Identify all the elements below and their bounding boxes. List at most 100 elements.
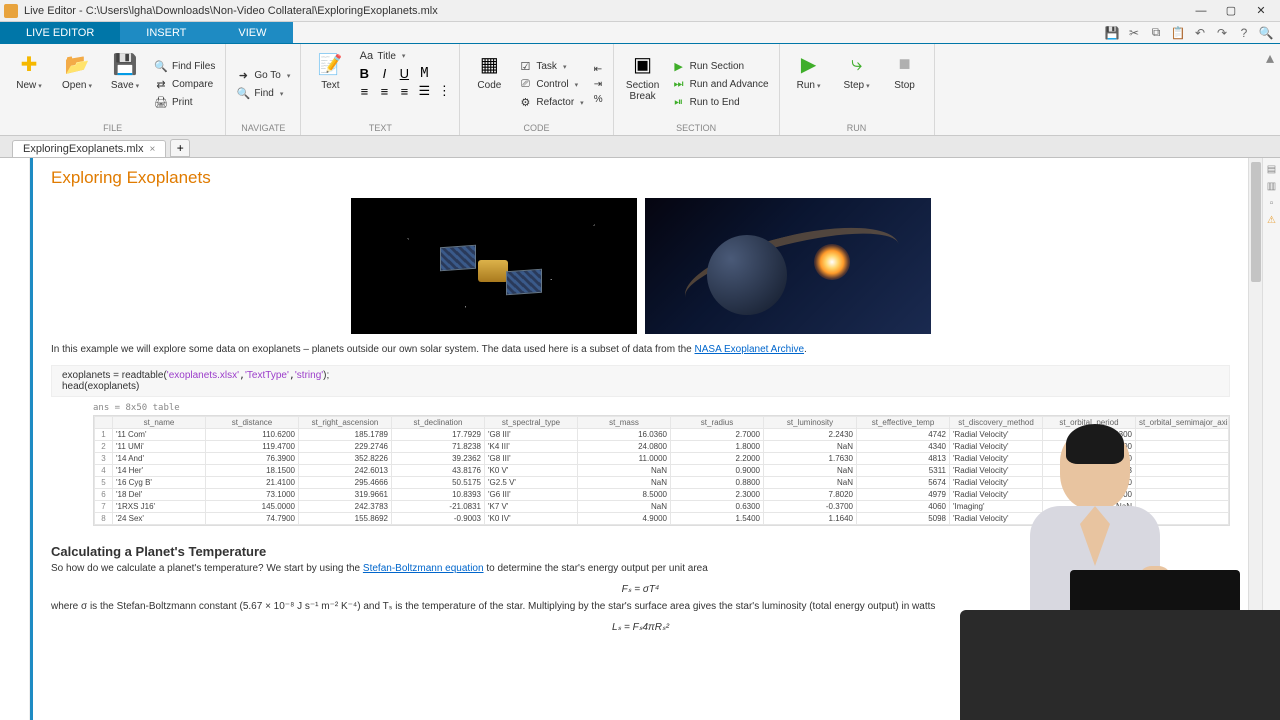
control-button[interactable]: ⎚Control bbox=[516, 77, 585, 93]
table-header: st_effective_temp bbox=[857, 417, 950, 429]
table-header: st_radius bbox=[671, 417, 764, 429]
app-icon bbox=[4, 4, 18, 18]
new-button[interactable]: ✚New bbox=[8, 48, 50, 121]
monospace-button[interactable]: M bbox=[417, 66, 431, 81]
comment-icon[interactable]: % bbox=[592, 93, 605, 106]
doc-tab-exploring[interactable]: ExploringExoplanets.mlx × bbox=[12, 140, 166, 157]
undo-icon[interactable]: ↶ bbox=[1190, 24, 1210, 42]
step-button[interactable]: ⤷Step bbox=[836, 48, 878, 121]
run-section-button[interactable]: ▶Run Section bbox=[670, 59, 771, 75]
table-row: 4'14 Her'18.1500242.601343.8176'K0 V'NaN… bbox=[95, 465, 1229, 477]
close-button[interactable]: ✕ bbox=[1246, 1, 1276, 21]
section-group-label: SECTION bbox=[622, 123, 771, 133]
save-button[interactable]: 💾Save bbox=[104, 48, 146, 121]
run-and-advance-button[interactable]: ⏭Run and Advance bbox=[670, 77, 771, 93]
section-heading-calc: Calculating a Planet's Temperature bbox=[51, 544, 1230, 559]
nasa-archive-link[interactable]: NASA Exoplanet Archive bbox=[695, 344, 805, 355]
formula-1: Fₛ = σT⁴ bbox=[51, 584, 1230, 595]
image-satellite bbox=[351, 198, 637, 334]
file-group-label: FILE bbox=[8, 123, 217, 133]
table-row: 8'24 Sex'74.7900155.8692-0.9003'K0 IV'4.… bbox=[95, 513, 1229, 525]
search-quick-icon[interactable]: 🔍 bbox=[1256, 24, 1276, 42]
text-group-label: TEXT bbox=[309, 123, 451, 133]
help-icon[interactable]: ? bbox=[1234, 24, 1254, 42]
underline-button[interactable]: U bbox=[397, 66, 411, 81]
hide-output-icon[interactable]: ▫ bbox=[1270, 198, 1274, 209]
maximize-button[interactable]: ▢ bbox=[1216, 1, 1246, 21]
find-files-button[interactable]: 🔍Find Files bbox=[152, 59, 217, 75]
table-header: st_mass bbox=[578, 417, 671, 429]
table-row: 3'14 And'76.3900352.822639.2362'G8 III'1… bbox=[95, 453, 1229, 465]
goto-button[interactable]: ➜Go To bbox=[234, 68, 292, 84]
code-block-1[interactable]: 12 exoplanets = readtable('exoplanets.xl… bbox=[51, 365, 1230, 397]
paste-icon[interactable]: 📋 bbox=[1168, 24, 1188, 42]
ans-label: ans = 8x50 table bbox=[93, 403, 1230, 413]
copy-icon[interactable]: ⧉ bbox=[1146, 24, 1166, 42]
table-header: st_spectral_type bbox=[485, 417, 578, 429]
table-row: 6'18 Del'73.1000319.966110.8393'G6 III'8… bbox=[95, 489, 1229, 501]
text-button[interactable]: 📝Text bbox=[309, 48, 351, 121]
title-style-button[interactable]: AaTitle bbox=[357, 48, 407, 64]
run-button[interactable]: ▶Run bbox=[788, 48, 830, 121]
table-header: st_right_ascension bbox=[299, 417, 392, 429]
section-break-button[interactable]: ▣Section Break bbox=[622, 48, 664, 121]
close-tab-icon[interactable]: × bbox=[149, 144, 155, 155]
indent-left-icon[interactable]: ⇤ bbox=[592, 63, 605, 76]
calc-paragraph-2: where σ is the Stefan-Boltzmann constant… bbox=[51, 601, 1230, 612]
doc-tab-label: ExploringExoplanets.mlx bbox=[23, 143, 143, 155]
code-button[interactable]: ▦Code bbox=[468, 48, 510, 121]
code-group-label: CODE bbox=[468, 123, 604, 133]
document[interactable]: Exploring Exoplanets In this example we … bbox=[30, 158, 1248, 720]
indent-right-icon[interactable]: ⇥ bbox=[592, 78, 605, 91]
open-button[interactable]: 📂Open bbox=[56, 48, 98, 121]
doc-title: Exploring Exoplanets bbox=[51, 168, 1230, 188]
italic-button[interactable]: I bbox=[377, 66, 391, 81]
table-header: st_luminosity bbox=[764, 417, 857, 429]
table-header: st_discovery_method bbox=[950, 417, 1043, 429]
title-bar: Live Editor - C:\Users\lgha\Downloads\No… bbox=[0, 0, 1280, 22]
redo-icon[interactable]: ↷ bbox=[1212, 24, 1232, 42]
document-tabs: ExploringExoplanets.mlx × + bbox=[0, 136, 1280, 158]
table-header: st_declination bbox=[392, 417, 485, 429]
cut-icon[interactable]: ✂ bbox=[1124, 24, 1144, 42]
image-exoplanet bbox=[645, 198, 931, 334]
table-row: 1'11 Com'110.6200185.178917.7929'G8 III'… bbox=[95, 429, 1229, 441]
find-button[interactable]: 🔍Find bbox=[234, 86, 292, 102]
stefan-boltzmann-link[interactable]: Stefan-Boltzmann equation bbox=[363, 563, 484, 574]
task-button[interactable]: ☑Task bbox=[516, 59, 585, 75]
table-row: 5'16 Cyg B'21.4100295.466650.5175'G2.5 V… bbox=[95, 477, 1229, 489]
run-to-end-button[interactable]: ⏯Run to End bbox=[670, 95, 771, 111]
ribbon-tabs: LIVE EDITOR INSERT VIEW 💾 ✂ ⧉ 📋 ↶ ↷ ? 🔍 bbox=[0, 22, 1280, 44]
stop-button[interactable]: ■Stop bbox=[884, 48, 926, 121]
run-group-label: RUN bbox=[788, 123, 926, 133]
right-message-strip: ▤ ▥ ▫ ⚠ bbox=[1262, 158, 1280, 720]
align-left-icon[interactable]: ≡ bbox=[357, 84, 371, 99]
list-unordered-icon[interactable]: ⋮ bbox=[437, 83, 451, 99]
compare-button[interactable]: ⇄Compare bbox=[152, 77, 217, 93]
ribbon: ✚New 📂Open 💾Save 🔍Find Files ⇄Compare 🖨P… bbox=[0, 44, 1280, 136]
bold-button[interactable]: B bbox=[357, 66, 371, 81]
table-header bbox=[95, 417, 113, 429]
refactor-button[interactable]: ⚙Refactor bbox=[516, 95, 585, 111]
print-button[interactable]: 🖨Print bbox=[152, 95, 217, 111]
window-title: Live Editor - C:\Users\lgha\Downloads\No… bbox=[24, 5, 1186, 17]
intro-paragraph: In this example we will explore some dat… bbox=[51, 344, 1230, 355]
table-header: st_orbital_period bbox=[1043, 417, 1136, 429]
new-tab-button[interactable]: + bbox=[170, 139, 190, 157]
tab-insert[interactable]: INSERT bbox=[120, 22, 212, 43]
list-ordered-icon[interactable]: ☰ bbox=[417, 83, 431, 99]
editor: Exploring Exoplanets In this example we … bbox=[0, 158, 1280, 720]
tab-live-editor[interactable]: LIVE EDITOR bbox=[0, 22, 120, 43]
minimize-button[interactable]: — bbox=[1186, 1, 1216, 21]
vertical-scrollbar[interactable] bbox=[1248, 158, 1262, 720]
align-center-icon[interactable]: ≡ bbox=[377, 84, 391, 99]
save-quick-icon[interactable]: 💾 bbox=[1102, 24, 1122, 42]
table-row: 7'1RXS J16'145.0000242.3783-21.0831'K7 V… bbox=[95, 501, 1229, 513]
output-inline-icon[interactable]: ▤ bbox=[1267, 164, 1276, 175]
navigate-group-label: NAVIGATE bbox=[234, 123, 292, 133]
output-right-icon[interactable]: ▥ bbox=[1267, 181, 1276, 192]
collapse-ribbon-icon[interactable]: ▴ bbox=[1260, 44, 1280, 135]
warning-icon[interactable]: ⚠ bbox=[1267, 215, 1276, 226]
align-right-icon[interactable]: ≡ bbox=[397, 84, 411, 99]
tab-view[interactable]: VIEW bbox=[212, 22, 292, 43]
